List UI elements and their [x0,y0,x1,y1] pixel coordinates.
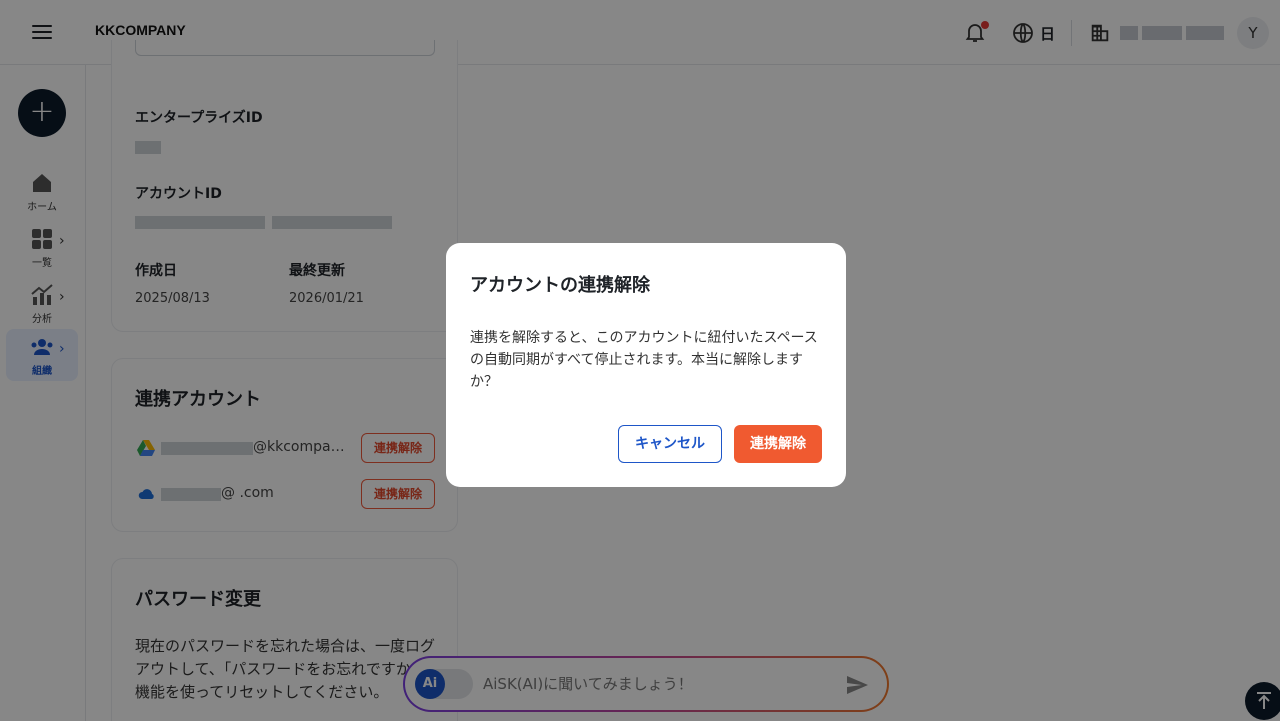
dialog-title: アカウントの連携解除 [470,275,650,296]
cancel-button[interactable]: キャンセル [618,425,722,463]
dialog-message: 連携を解除すると、このアカウントに紐付いたスペースの自動同期がすべて停止されます… [470,330,818,390]
unlink-dialog: アカウントの連携解除 連携を解除すると、このアカウントに紐付いたスペースの自動同… [446,243,846,487]
confirm-unlink-button[interactable]: 連携解除 [734,425,822,463]
